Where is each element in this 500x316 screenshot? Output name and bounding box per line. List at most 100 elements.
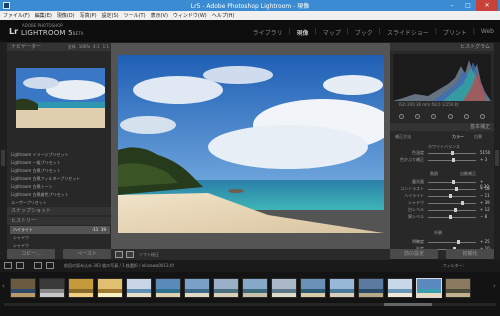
filmstrip-scrollbar[interactable] xyxy=(4,303,496,306)
filmstrip-thumbnail[interactable] xyxy=(97,278,123,298)
slider-knob[interactable] xyxy=(455,187,458,191)
slider-knob[interactable] xyxy=(451,151,454,155)
treatment-color[interactable]: カラー xyxy=(452,134,464,140)
filmstrip-thumbnail[interactable] xyxy=(155,278,181,298)
maximize-button[interactable]: □ xyxy=(460,0,476,11)
treatment-bw[interactable]: 白黒 xyxy=(474,134,482,140)
slider-value[interactable]: − 11 xyxy=(480,193,490,198)
previous-settings-button[interactable]: 前の設定 xyxy=(390,249,438,259)
navigator-header[interactable]: ナビゲーター 全体 100% 4:1 1:1 xyxy=(7,43,111,51)
slider-row[interactable]: コントラスト + 18 xyxy=(396,186,490,192)
menu-help[interactable]: ヘルプ(H) xyxy=(212,12,235,19)
filmstrip-scroll-right-icon[interactable]: › xyxy=(493,282,499,294)
module-web[interactable]: Web xyxy=(481,28,494,37)
filmstrip-thumbnail[interactable] xyxy=(416,278,442,298)
history-header[interactable]: ヒストリー xyxy=(7,217,111,225)
slider-track[interactable] xyxy=(428,210,476,211)
module-book[interactable]: ブック xyxy=(355,28,373,37)
slider-value[interactable]: 5150 xyxy=(480,150,490,155)
slider-value[interactable]: + 18 xyxy=(480,186,490,191)
nav-mode-fill[interactable]: 100% xyxy=(79,43,90,51)
preset-folder[interactable]: Lightroom イメージプリセット xyxy=(11,151,107,159)
nav-mode-4to1[interactable]: 4:1 xyxy=(93,43,99,51)
slider-value[interactable]: + 25 xyxy=(480,239,490,244)
filmstrip-thumbnail[interactable] xyxy=(358,278,384,298)
right-panel-toggle[interactable] xyxy=(495,150,499,166)
slider-knob[interactable] xyxy=(461,201,464,205)
paste-button[interactable]: ペースト xyxy=(63,249,111,259)
filmstrip-scroll-left-icon[interactable]: ‹ xyxy=(2,282,8,294)
slider-knob[interactable] xyxy=(452,180,455,184)
red-eye-icon[interactable] xyxy=(431,113,437,119)
filmstrip-thumbnail[interactable] xyxy=(184,278,210,298)
reset-button[interactable]: 初期化 xyxy=(446,249,494,259)
filmstrip-thumbnail[interactable] xyxy=(387,278,413,298)
slider-knob[interactable] xyxy=(457,240,460,244)
history-item[interactable]: ハイライト -11 39 xyxy=(10,226,110,234)
slider-row[interactable]: 明瞭度 + 25 xyxy=(396,239,490,245)
filmstrip-thumbnail[interactable] xyxy=(10,278,36,298)
slider-track[interactable] xyxy=(428,196,476,197)
filmstrip-thumbnail[interactable] xyxy=(329,278,355,298)
loupe-view-icon[interactable] xyxy=(115,251,123,258)
slider-track[interactable] xyxy=(428,217,476,218)
slider-value[interactable]: + 39 xyxy=(480,200,490,205)
adjustment-brush-icon[interactable] xyxy=(480,113,486,119)
slider-value[interactable]: + 12 xyxy=(480,207,490,212)
nav-mode-fit[interactable]: 全体 xyxy=(68,43,76,51)
slider-row[interactable]: 露光量 + 0.20 xyxy=(396,179,490,189)
module-map[interactable]: マップ xyxy=(323,28,341,37)
menu-file[interactable]: ファイル(F) xyxy=(3,12,30,19)
navigator-preview[interactable] xyxy=(16,68,105,128)
filmstrip-thumbnail[interactable] xyxy=(271,278,297,298)
snapshots-header[interactable]: スナップショット xyxy=(7,207,111,215)
spot-removal-icon[interactable] xyxy=(414,113,420,119)
soft-proofing-label[interactable]: ソフト校正 xyxy=(139,252,159,258)
primary-display-icon[interactable] xyxy=(4,262,12,269)
copy-button[interactable]: コピー... xyxy=(7,249,55,259)
preset-folder[interactable]: Lightroom 一般プリセット xyxy=(11,159,107,167)
nav-mode-1to1[interactable]: 1:1 xyxy=(103,43,109,51)
slider-row[interactable]: 色かぶり補正 + 3 xyxy=(396,157,490,163)
filmstrip-thumbnail[interactable] xyxy=(300,278,326,298)
before-after-icon[interactable] xyxy=(126,251,134,258)
histogram-header[interactable]: ヒストグラム xyxy=(390,43,494,51)
filmstrip-thumbnail[interactable] xyxy=(213,278,239,298)
grid-view-icon[interactable] xyxy=(34,262,42,269)
filmstrip-thumbnail[interactable] xyxy=(242,278,268,298)
filmstrip-thumbnail[interactable] xyxy=(445,278,471,298)
minimize-button[interactable]: – xyxy=(444,0,460,11)
slider-row[interactable]: シャドウ + 39 xyxy=(396,200,490,206)
filmstrip-thumbnail[interactable] xyxy=(126,278,152,298)
slider-value[interactable]: − 8 xyxy=(480,214,487,219)
module-print[interactable]: プリント xyxy=(443,28,467,37)
slider-track[interactable] xyxy=(428,242,476,243)
left-panel-toggle[interactable] xyxy=(1,150,5,166)
menu-view[interactable]: 表示(V) xyxy=(151,12,168,19)
preset-folder[interactable]: ユーザープリセット xyxy=(11,199,107,207)
back-arrow-icon[interactable] xyxy=(46,262,54,269)
slider-row[interactable]: ハイライト − 11 xyxy=(396,193,490,199)
filmstrip-scroll-thumb[interactable] xyxy=(384,303,432,306)
menu-tools[interactable]: ツール(T) xyxy=(124,12,146,19)
slider-knob[interactable] xyxy=(454,208,457,212)
basic-header[interactable]: 基本補正 xyxy=(390,123,494,131)
slider-row[interactable]: 白レベル + 12 xyxy=(396,207,490,213)
menu-edit[interactable]: 編集(E) xyxy=(35,12,52,19)
radial-filter-icon[interactable] xyxy=(463,113,469,119)
crop-tool-icon[interactable] xyxy=(398,113,404,119)
slider-row[interactable]: 黒レベル − 8 xyxy=(396,214,490,220)
slider-track[interactable] xyxy=(428,189,476,190)
menu-develop[interactable]: 現像(D) xyxy=(57,12,75,19)
main-photo[interactable] xyxy=(118,55,384,233)
filmstrip-thumbnail[interactable] xyxy=(39,278,65,298)
secondary-display-icon[interactable] xyxy=(16,262,24,269)
preset-folder[interactable]: Lightroom 白黒プリセット xyxy=(11,167,107,175)
preset-folder[interactable]: Lightroom 白黒トーン xyxy=(11,183,107,191)
slider-row[interactable]: 色温度 5150 xyxy=(396,150,490,156)
slider-value[interactable]: + 3 xyxy=(480,157,487,162)
preset-folder[interactable]: Lightroom 白黒フィルタープリセット xyxy=(11,175,107,183)
graduated-filter-icon[interactable] xyxy=(447,113,453,119)
tone-auto-button[interactable]: 自動補正 xyxy=(460,171,476,177)
menu-window[interactable]: ウィンドウ(W) xyxy=(173,12,207,19)
